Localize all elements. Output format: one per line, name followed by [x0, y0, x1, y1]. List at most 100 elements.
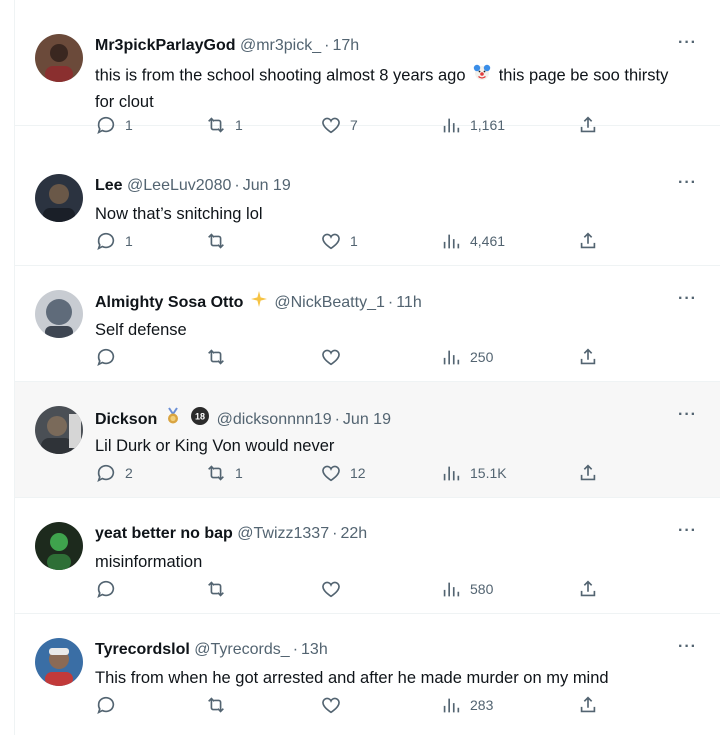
- timestamp[interactable]: Jun 19: [343, 411, 391, 428]
- views-button[interactable]: 283: [440, 694, 493, 716]
- more-options-icon[interactable]: ···: [678, 290, 697, 308]
- display-name[interactable]: Almighty Sosa Otto: [95, 294, 243, 311]
- like-button[interactable]: [320, 346, 350, 368]
- share-button[interactable]: [577, 230, 599, 252]
- avatar[interactable]: [35, 522, 83, 570]
- avatar[interactable]: [35, 290, 83, 338]
- handle[interactable]: @Twizz1337: [237, 525, 329, 542]
- like-button[interactable]: 1: [320, 230, 358, 252]
- repost-icon: [208, 697, 224, 713]
- heart-icon: [322, 581, 340, 598]
- handle[interactable]: @dicksonnnn19: [217, 411, 332, 428]
- reply-text: Lil Durk or King Von would never: [95, 437, 335, 455]
- share-button[interactable]: [577, 114, 599, 136]
- repost-button[interactable]: [205, 578, 235, 600]
- reply-text: This from when he got arrested and after…: [95, 669, 609, 687]
- display-name[interactable]: Dickson: [95, 411, 157, 428]
- bar-chart-icon: [443, 698, 460, 713]
- share-icon: [580, 232, 596, 249]
- timestamp[interactable]: 11h: [396, 294, 422, 311]
- reply-button[interactable]: [95, 346, 125, 368]
- bar-chart-icon: [443, 118, 460, 133]
- reply-button[interactable]: 2: [95, 462, 133, 484]
- views-button[interactable]: 250: [440, 346, 493, 368]
- separator-dot: ·: [234, 177, 240, 194]
- reply-tweet[interactable]: Almighty Sosa Otto @NickBeatty_1 · 11h ···…: [15, 266, 720, 382]
- bar-chart-icon: [443, 582, 460, 597]
- reply-tweet[interactable]: Mr3pickParlayGod @mr3pick_ · 17h ··· this …: [15, 10, 720, 134]
- reply-count: 1: [125, 233, 133, 249]
- timestamp[interactable]: 17h: [332, 37, 359, 54]
- share-button[interactable]: [577, 346, 599, 368]
- reply-tweet[interactable]: Tyrecordslol @Tyrecords_ · 13h ··· This fr…: [15, 614, 720, 730]
- like-count: 7: [350, 117, 358, 133]
- like-button[interactable]: [320, 694, 350, 716]
- views-button[interactable]: 15.1K: [440, 462, 507, 484]
- avatar[interactable]: [35, 406, 83, 454]
- view-count: 4,461: [470, 233, 506, 249]
- like-button[interactable]: [320, 578, 350, 600]
- repost-button[interactable]: [205, 230, 235, 252]
- handle[interactable]: @mr3pick_: [240, 37, 321, 54]
- reply-tweet[interactable]: Dickson 18 @dicksonnnn19 · Jun 19 ··· Lil …: [15, 382, 720, 498]
- share-icon: [580, 116, 596, 133]
- more-options-icon[interactable]: ···: [678, 406, 697, 424]
- reply-tweet[interactable]: yeat better no bap @Twizz1337 · 22h ··· mi…: [15, 498, 720, 614]
- bar-chart-icon: [443, 234, 460, 249]
- medal-icon: [164, 407, 182, 433]
- reply-text: this is from the school shooting almost …: [95, 62, 681, 115]
- more-options-icon[interactable]: ···: [678, 34, 697, 52]
- repost-count: 1: [235, 117, 243, 133]
- circle-18-badge-icon: 18: [190, 406, 210, 434]
- like-count: 1: [350, 233, 358, 249]
- more-options-icon[interactable]: ···: [678, 638, 697, 656]
- reply-button[interactable]: [95, 578, 125, 600]
- avatar[interactable]: [35, 34, 83, 82]
- share-button[interactable]: [577, 462, 599, 484]
- more-options-icon[interactable]: ···: [678, 522, 697, 540]
- repost-count: 1: [235, 465, 243, 481]
- repost-button[interactable]: 1: [205, 114, 243, 136]
- reply-button[interactable]: 1: [95, 114, 133, 136]
- handle[interactable]: @LeeLuv2080: [127, 177, 231, 194]
- handle[interactable]: @NickBeatty_1: [274, 294, 385, 311]
- reply-count: 1: [125, 117, 133, 133]
- repost-icon: [208, 233, 224, 249]
- reply-button[interactable]: 1: [95, 230, 133, 252]
- repost-button[interactable]: 1: [205, 462, 243, 484]
- repost-button[interactable]: [205, 346, 235, 368]
- timestamp[interactable]: Jun 19: [243, 177, 291, 194]
- view-count: 1,161: [470, 117, 506, 133]
- timestamp[interactable]: 22h: [340, 525, 367, 542]
- avatar[interactable]: [35, 174, 83, 222]
- views-button[interactable]: 4,461: [440, 230, 505, 252]
- like-button[interactable]: 12: [320, 462, 366, 484]
- display-name[interactable]: Mr3pickParlayGod: [95, 37, 236, 54]
- share-button[interactable]: [577, 694, 599, 716]
- views-button[interactable]: 1,161: [440, 114, 505, 136]
- display-name[interactable]: Tyrecordslol: [95, 641, 190, 658]
- reply-button[interactable]: [95, 694, 125, 716]
- clown-face-icon: [472, 62, 492, 90]
- replies-feed: Mr3pickParlayGod @mr3pick_ · 17h ··· this …: [14, 0, 720, 735]
- view-count: 15.1K: [470, 465, 507, 481]
- view-count: 283: [470, 697, 494, 713]
- svg-text:18: 18: [195, 412, 205, 422]
- views-button[interactable]: 580: [440, 578, 493, 600]
- display-name[interactable]: yeat better no bap: [95, 525, 233, 542]
- repost-icon: [208, 465, 224, 481]
- like-button[interactable]: 7: [320, 114, 358, 136]
- sparkles-icon: [250, 290, 268, 316]
- avatar[interactable]: [35, 638, 83, 686]
- repost-button[interactable]: [205, 694, 235, 716]
- timestamp[interactable]: 13h: [301, 641, 328, 658]
- reply-tweet[interactable]: Lee @LeeLuv2080 · Jun 19 ··· Now that’s sn…: [15, 150, 720, 266]
- repost-icon: [208, 581, 224, 597]
- reply-icon: [97, 464, 115, 482]
- heart-icon: [322, 465, 340, 482]
- display-name[interactable]: Lee: [95, 177, 123, 194]
- reply-icon: [97, 580, 115, 598]
- more-options-icon[interactable]: ···: [678, 174, 697, 192]
- share-button[interactable]: [577, 578, 599, 600]
- handle[interactable]: @Tyrecords_: [194, 641, 289, 658]
